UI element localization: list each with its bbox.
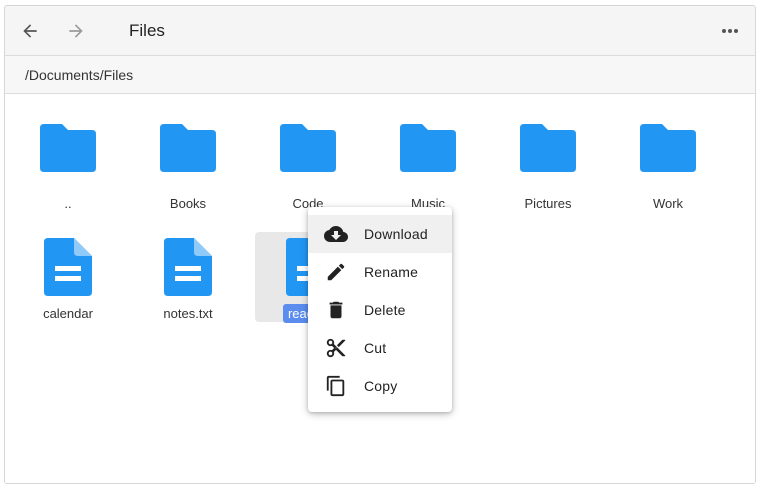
menu-item-download[interactable]: Download: [308, 215, 452, 253]
item-label: Work: [652, 196, 684, 211]
item-label: Pictures: [524, 196, 572, 211]
item-label: Books: [169, 196, 207, 211]
forward-button[interactable]: [63, 18, 89, 44]
folder-item-pictures[interactable]: Pictures: [493, 124, 603, 224]
folder-item-work[interactable]: Work: [613, 124, 723, 224]
menu-item-delete[interactable]: Delete: [308, 291, 452, 329]
arrow-right-icon: [69, 24, 83, 38]
title-bar: Files: [5, 6, 755, 56]
folder-item-parent[interactable]: ..: [13, 124, 123, 224]
arrow-left-icon: [23, 24, 37, 38]
current-path: /Documents/Files: [25, 67, 134, 83]
item-label: calendar: [43, 306, 93, 321]
menu-item-copy[interactable]: Copy: [308, 367, 452, 405]
window-title: Files: [129, 21, 165, 40]
document-icon: [164, 238, 212, 296]
item-label: notes.txt: [163, 306, 213, 321]
folder-item-books[interactable]: Books: [133, 124, 243, 224]
folder-icon: [640, 124, 696, 172]
document-icon: [44, 238, 92, 296]
folder-icon: [400, 124, 456, 172]
back-button[interactable]: [17, 18, 43, 44]
more-button[interactable]: [717, 18, 743, 44]
folder-icon: [160, 124, 216, 172]
folder-icon: [520, 124, 576, 172]
file-item-notes[interactable]: notes.txt: [133, 234, 243, 334]
folder-icon: [280, 124, 336, 172]
pencil-icon: [327, 263, 345, 281]
scissors-icon: [326, 338, 346, 358]
trash-icon: [329, 301, 343, 319]
item-label: ..: [64, 196, 72, 211]
folder-icon: [40, 124, 96, 172]
copy-icon: [326, 375, 345, 397]
cloud-download-icon: [324, 226, 348, 242]
breadcrumb: /Documents/Files: [5, 56, 755, 94]
menu-item-cut[interactable]: Cut: [308, 329, 452, 367]
file-item-calendar[interactable]: calendar: [13, 234, 123, 334]
menu-item-rename[interactable]: Rename: [308, 253, 452, 291]
context-menu: Download Rename Delete Cut Copy: [308, 207, 452, 412]
more-horizontal-icon: [722, 29, 738, 33]
